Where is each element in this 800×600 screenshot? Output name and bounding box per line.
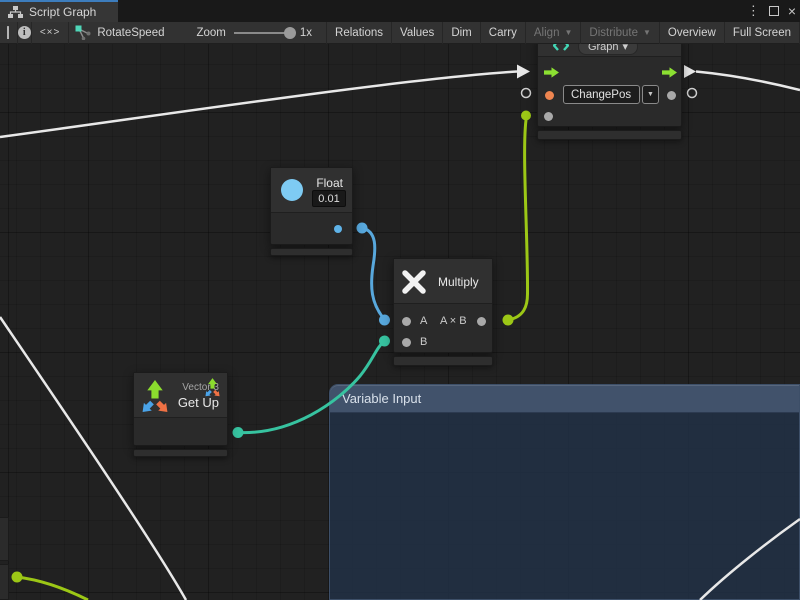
- zoom-value: 1x: [300, 27, 312, 39]
- tab-title: Script Graph: [29, 5, 96, 19]
- subgraph-footer: [537, 130, 682, 140]
- variable-dropdown[interactable]: ChangePos ▼: [563, 85, 659, 104]
- empty-port-ring-left[interactable]: [522, 89, 531, 98]
- wire-float-to-multiply[interactable]: [362, 228, 384, 319]
- offscreen-node-body[interactable]: [0, 517, 9, 561]
- wire-white-bottom-right[interactable]: [700, 519, 800, 600]
- window-maximize-icon[interactable]: [769, 6, 779, 16]
- lock-icon: [7, 27, 9, 39]
- multiply-icon: [400, 268, 428, 296]
- dim-button[interactable]: Dim: [443, 22, 480, 44]
- tab-script-graph[interactable]: Script Graph: [0, 2, 118, 22]
- values-button[interactable]: Values: [392, 22, 443, 44]
- port-output-gray[interactable]: [667, 91, 676, 100]
- float-type-icon: [281, 179, 303, 201]
- wire-flow-in[interactable]: [0, 72, 517, 138]
- variable-dropdown-value[interactable]: ChangePos: [563, 85, 640, 104]
- graph-name: RotateSpeed: [97, 27, 164, 39]
- multiply-label-out: A × B: [440, 315, 467, 327]
- graph-toolbar: i <×> RotateSpeed Zoom 1x Relations Valu…: [0, 22, 800, 44]
- offscreen-node-footer: [0, 564, 9, 600]
- zoom-slider-knob[interactable]: [284, 27, 296, 39]
- float-output-port[interactable]: [334, 225, 342, 233]
- multiply-port-b[interactable]: [402, 338, 411, 347]
- window-menu-icon[interactable]: ⋮: [747, 0, 760, 22]
- flow-arrowhead-out[interactable]: [684, 65, 696, 78]
- align-dropdown-icon: ▼: [564, 28, 572, 37]
- float-header: Float 0.01: [271, 168, 352, 213]
- distribute-button: Distribute ▼: [581, 22, 660, 44]
- wire-flow-out[interactable]: [696, 72, 800, 91]
- graph-breadcrumb[interactable]: RotateSpeed: [69, 25, 174, 40]
- wire-endpoint-multiply-b[interactable]: [379, 336, 390, 347]
- align-button: Align ▼: [526, 22, 582, 44]
- relations-button[interactable]: Relations: [327, 22, 392, 44]
- vector3-icon: [140, 378, 170, 415]
- zoom-slider[interactable]: [234, 32, 290, 34]
- script-graph-icon: [8, 6, 23, 19]
- node-vector3-getup[interactable]: Vector 3 Get Up: [133, 372, 228, 446]
- wire-endpoint-bottom-left[interactable]: [12, 572, 23, 583]
- port-input-gray[interactable]: [544, 112, 553, 121]
- carry-button[interactable]: Carry: [481, 22, 526, 44]
- info-icon: i: [18, 26, 31, 39]
- multiply-footer: [393, 356, 493, 366]
- inspect-button[interactable]: i: [18, 22, 32, 44]
- empty-port-ring-right[interactable]: [688, 89, 697, 98]
- wire-multiply-to-subgraph[interactable]: [508, 120, 528, 320]
- float-footer: [270, 248, 353, 256]
- multiply-label-b: B: [420, 336, 427, 348]
- multiply-port-a[interactable]: [402, 317, 411, 326]
- wire-endpoint-multiply-a[interactable]: [379, 315, 390, 326]
- flow-input-arrow-icon[interactable]: [544, 67, 559, 78]
- window-close-icon[interactable]: ×: [788, 0, 796, 22]
- graph-canvas[interactable]: Variable Input: [0, 0, 800, 600]
- flow-output-arrow-icon[interactable]: [662, 67, 677, 78]
- vector3-output-port[interactable]: [204, 377, 221, 398]
- zoom-label: Zoom: [196, 27, 225, 39]
- wire-endpoint-float-out[interactable]: [357, 223, 368, 234]
- graph-ref-icon: [75, 25, 91, 40]
- wire-green-bottom-left[interactable]: [17, 577, 88, 600]
- wire-vector3-to-multiply[interactable]: [238, 342, 384, 433]
- wire-white-left[interactable]: [0, 317, 186, 600]
- overview-button[interactable]: Overview: [660, 22, 725, 44]
- node-float[interactable]: Float 0.01: [270, 167, 353, 245]
- node-subgraph[interactable]: Graph ▾ ChangePos ▼: [537, 36, 682, 127]
- vector3-footer: [133, 449, 228, 457]
- node-multiply[interactable]: Multiply A A × B B: [393, 258, 493, 353]
- float-title: Float: [316, 176, 343, 190]
- code-view-button[interactable]: <×>: [32, 22, 70, 44]
- port-orange-input[interactable]: [545, 91, 554, 100]
- distribute-dropdown-icon: ▼: [643, 28, 651, 37]
- code-icon: <×>: [40, 27, 61, 38]
- multiply-title: Multiply: [438, 275, 479, 289]
- window-tab-bar: Script Graph ⋮ ×: [0, 0, 800, 22]
- fullscreen-button[interactable]: Full Screen: [725, 22, 800, 44]
- multiply-port-out[interactable]: [477, 317, 486, 326]
- multiply-label-a: A: [420, 315, 427, 327]
- zoom-control: Zoom 1x: [196, 22, 327, 44]
- float-value-field[interactable]: 0.01: [312, 190, 346, 207]
- flow-arrowhead-in[interactable]: [517, 65, 530, 79]
- dropdown-arrow-icon[interactable]: ▼: [642, 85, 659, 104]
- multiply-header: Multiply: [394, 259, 492, 304]
- wire-endpoint-subgraph-in[interactable]: [521, 111, 531, 121]
- window-controls: ⋮ ×: [747, 0, 796, 22]
- lock-button[interactable]: [0, 22, 18, 44]
- wire-endpoint-multiply-out[interactable]: [503, 315, 514, 326]
- wire-endpoint-vector3-out[interactable]: [233, 427, 244, 438]
